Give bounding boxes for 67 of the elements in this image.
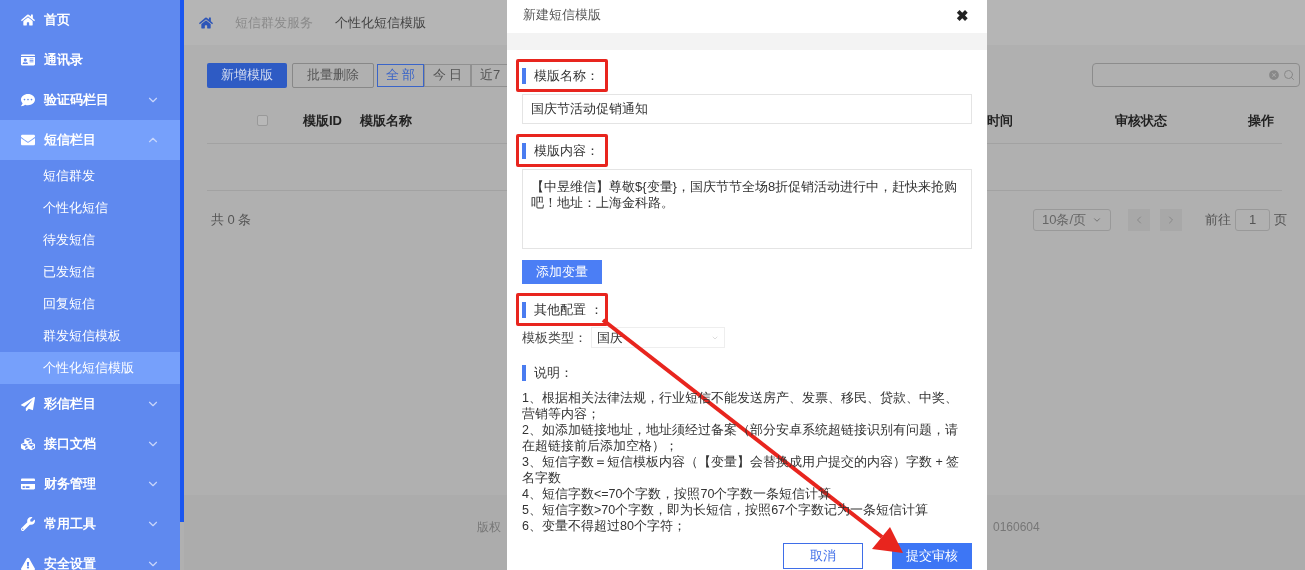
sidebar-item[interactable]: 通讯录 [0, 40, 180, 80]
close-button[interactable]: ✖ [956, 7, 969, 23]
goto-label: 前往 [1205, 211, 1231, 230]
section-label: 其他配置 ： [534, 301, 603, 320]
breadcrumb-link[interactable]: 个性化短信模版 [335, 12, 426, 33]
section-label: 说明： [534, 364, 573, 383]
section-marker [522, 68, 526, 84]
chevron-down-icon [1092, 215, 1103, 225]
dialog-title: 新建短信模版 [523, 6, 601, 25]
clear-icon[interactable] [1268, 69, 1280, 81]
column-header: 模版ID [303, 111, 342, 130]
chat-bubble-icon [20, 93, 36, 107]
sidebar-item[interactable]: 验证码栏目 [0, 80, 180, 120]
sidebar-item[interactable]: 安全设置 [0, 544, 180, 570]
submit-button[interactable]: 提交审核 [892, 543, 972, 569]
note-text: 2、如添加链接地址，地址须经过备案（部分安卓系统超链接识别有问题，请在超链接前后添加空格）； [522, 422, 959, 454]
previous-page-button[interactable] [1128, 209, 1150, 231]
sidebar-item[interactable]: 接口文档 [0, 424, 180, 464]
column-header: 模版名称 [360, 111, 412, 130]
home-icon[interactable] [199, 15, 213, 30]
search-field[interactable] [1092, 63, 1300, 87]
sidebar-item[interactable]: 彩信栏目 [0, 384, 180, 424]
type-select[interactable]: 国庆 [591, 327, 725, 348]
submenu-item[interactable]: 个性化短信 [0, 192, 180, 224]
column-header: 审核状态 [1115, 111, 1167, 130]
name-field[interactable]: 国庆节活动促销通知 [522, 94, 972, 124]
type-label: 模板类型： [522, 328, 587, 347]
search-icon[interactable] [1283, 69, 1295, 81]
cubes-icon [20, 437, 36, 451]
section-label: 模版名称： [534, 67, 599, 86]
filter-tab[interactable]: 全 部 [377, 63, 424, 87]
total-count: 共 0 条 [211, 211, 252, 230]
submenu-item[interactable]: 个性化短信模版 [0, 352, 180, 384]
add-button[interactable]: 新增模版 [207, 62, 287, 88]
sidebar-item[interactable]: 常用工具 [0, 504, 180, 544]
checkbox[interactable] [257, 115, 268, 126]
section-marker [522, 365, 526, 381]
warning-icon [20, 557, 36, 570]
next-page-button[interactable] [1160, 209, 1182, 231]
submenu-item[interactable]: 群发短信模板 [0, 320, 180, 352]
section-marker [522, 143, 526, 159]
id-card-icon [20, 53, 36, 67]
submenu-item[interactable]: 待发短信 [0, 224, 180, 256]
column-header: 时间 [987, 111, 1013, 130]
submenu-item[interactable]: 已发短信 [0, 256, 180, 288]
column-header: 操作 [1248, 111, 1274, 130]
submenu-item[interactable]: 短信群发 [0, 160, 180, 192]
page-size-select[interactable]: 10条/页 [1033, 209, 1111, 231]
add-variable-button[interactable]: 添加变量 [522, 260, 602, 284]
section-marker [522, 302, 526, 318]
sidebar-item[interactable]: 财务管理 [0, 464, 180, 504]
card-icon [20, 477, 36, 491]
submenu-item[interactable]: 回复短信 [0, 288, 180, 320]
cancel-button[interactable]: 取消 [783, 543, 863, 569]
wrench-icon [20, 517, 36, 531]
page-input[interactable]: 1 [1235, 209, 1270, 231]
sidebar-item[interactable]: 短信栏目 [0, 120, 180, 160]
sidebar-item[interactable]: 首页 [0, 0, 180, 40]
filter-tab[interactable]: 今 日 [424, 63, 471, 87]
home-icon [20, 13, 36, 27]
paper-plane-icon [20, 397, 36, 411]
section-label: 模版内容： [534, 142, 599, 161]
page-suffix: 页 [1274, 211, 1287, 230]
content-field[interactable]: 【中昱维信】尊敬${变量}，国庆节节全场8折促销活动进行中，赶快来抢购吧！地址：上海金科路。 [522, 169, 972, 249]
note-text: 6、变量不得超过80个字符； [522, 518, 687, 534]
envelope-icon [20, 133, 36, 147]
delete-button[interactable]: 批量删除 [292, 62, 374, 88]
